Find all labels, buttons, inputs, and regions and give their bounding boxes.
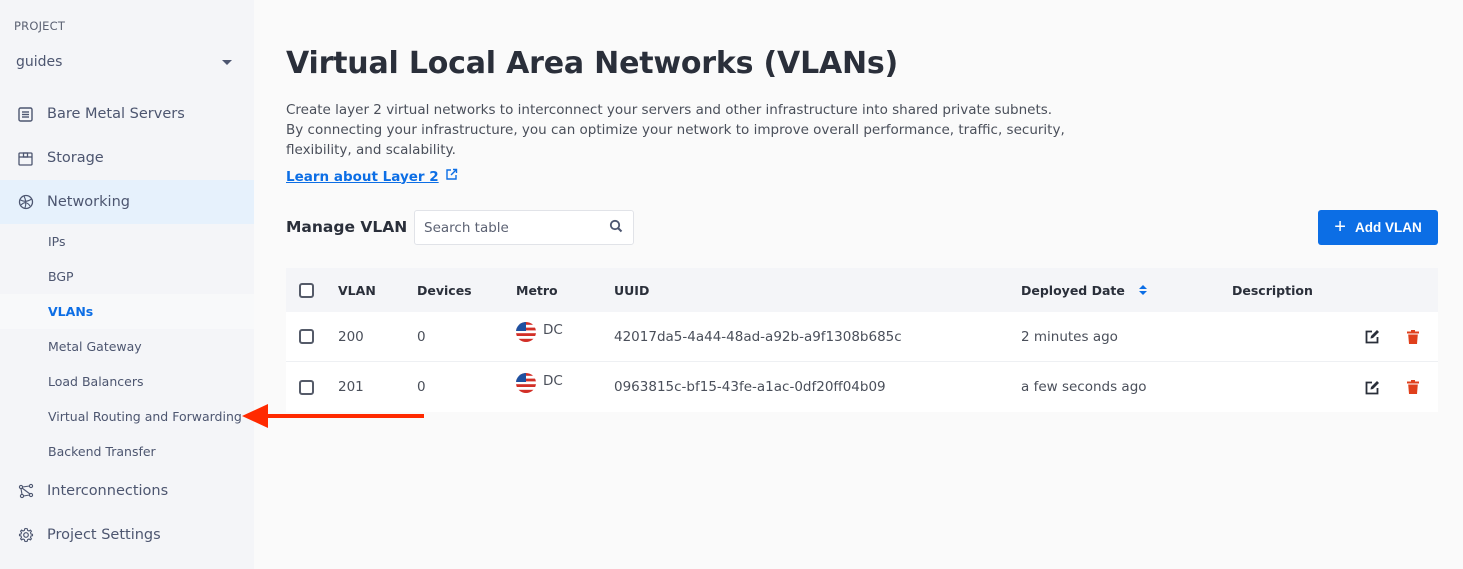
- main-content: Virtual Local Area Networks (VLANs) Crea…: [254, 0, 1463, 569]
- deployed-date: a few seconds ago: [1021, 379, 1147, 395]
- learn-about-layer2-link[interactable]: Learn about Layer 2: [286, 168, 458, 185]
- trash-icon[interactable]: [1407, 380, 1419, 394]
- sidebar-item-project-settings[interactable]: Project Settings: [0, 513, 254, 557]
- us-flag-icon: [516, 322, 536, 346]
- sidebar: PROJECT guides Bare Metal Servers Storag…: [0, 0, 254, 569]
- project-label: PROJECT: [14, 19, 66, 33]
- sidebar-item-bare-metal-servers[interactable]: Bare Metal Servers: [0, 92, 254, 136]
- edit-icon[interactable]: [1365, 380, 1380, 395]
- search-icon[interactable]: [609, 218, 623, 237]
- sidebar-subitem-load-balancers[interactable]: Load Balancers: [0, 364, 254, 399]
- row-checkbox[interactable]: [299, 329, 314, 344]
- sidebar-subitem-virtual-routing-and-forwarding[interactable]: Virtual Routing and Forwarding: [0, 399, 254, 434]
- sort-icon[interactable]: [1138, 285, 1147, 295]
- device-count: 0: [417, 328, 426, 345]
- vlan-table: VLAN Devices Metro UUID Deployed Date De…: [286, 268, 1438, 412]
- sidebar-item-label: Networking: [47, 194, 130, 210]
- chevron-down-icon: [222, 59, 232, 65]
- sidebar-item-label: Storage: [47, 150, 104, 166]
- column-header-vlan[interactable]: VLAN: [338, 268, 376, 312]
- learn-link-label: Learn about Layer 2: [286, 168, 439, 185]
- trash-icon[interactable]: [1407, 329, 1419, 344]
- network-globe-icon: [17, 194, 34, 211]
- device-count: 0: [417, 379, 426, 395]
- sidebar-subitem-bgp[interactable]: BGP: [0, 259, 254, 294]
- select-all-checkbox[interactable]: [299, 282, 314, 298]
- column-header-devices[interactable]: Devices: [417, 268, 472, 312]
- plus-icon: +: [1334, 215, 1346, 238]
- table-header: VLAN Devices Metro UUID Deployed Date De…: [286, 268, 1438, 312]
- project-selector[interactable]: guides: [16, 52, 238, 72]
- column-header-uuid[interactable]: UUID: [614, 268, 649, 312]
- column-header-description: Description: [1232, 282, 1313, 298]
- vlan-id: 200: [338, 328, 364, 345]
- gear-icon: [17, 527, 34, 544]
- sidebar-item-storage[interactable]: Storage: [0, 136, 254, 180]
- deployed-date: 2 minutes ago: [1021, 328, 1118, 345]
- search-input[interactable]: [424, 219, 594, 236]
- column-header-deployed-date[interactable]: Deployed Date: [1021, 268, 1147, 312]
- deployed-date-label: Deployed Date: [1021, 282, 1125, 298]
- project-name: guides: [16, 54, 63, 70]
- sidebar-subitem-vlans[interactable]: VLANs: [0, 294, 254, 329]
- sidebar-item-label: Bare Metal Servers: [47, 106, 185, 122]
- edit-icon[interactable]: [1365, 329, 1380, 344]
- sidebar-item-interconnections[interactable]: Interconnections: [0, 469, 254, 513]
- metro-code: DC: [543, 372, 563, 389]
- row-checkbox[interactable]: [299, 379, 314, 395]
- storage-box-icon: [17, 150, 34, 167]
- us-flag-icon: [516, 372, 536, 397]
- table-row: 200 0 DC 42017da5-4a44-48ad-a92b-a9f1308…: [286, 312, 1438, 362]
- add-vlan-label: Add VLAN: [1354, 220, 1422, 235]
- column-header-metro[interactable]: Metro: [516, 268, 558, 312]
- page-description: Create layer 2 virtual networks to inter…: [286, 102, 1065, 158]
- manage-vlan-heading: Manage VLAN: [286, 218, 408, 236]
- sidebar-item-label: Project Settings: [47, 527, 161, 543]
- vlan-id: 201: [338, 379, 364, 395]
- search-box: [414, 210, 634, 245]
- sidebar-item-networking[interactable]: Networking: [0, 180, 254, 224]
- metro-code: DC: [543, 322, 563, 338]
- table-row: 201 0 DC 0963815c-bf15-43fe-a1ac-0df20ff…: [286, 362, 1438, 412]
- uuid: 42017da5-4a44-48ad-a92b-a9f1308b685c: [614, 328, 902, 345]
- sidebar-item-label: Interconnections: [47, 483, 169, 499]
- external-link-icon: [445, 168, 458, 185]
- server-icon: [17, 106, 34, 123]
- interconnection-icon: [17, 483, 34, 500]
- page-title: Virtual Local Area Networks (VLANs): [286, 46, 899, 81]
- sidebar-subitem-metal-gateway[interactable]: Metal Gateway: [0, 329, 254, 364]
- sidebar-subitem-ips[interactable]: IPs: [0, 224, 254, 259]
- add-vlan-button[interactable]: + Add VLAN: [1318, 210, 1438, 245]
- uuid: 0963815c-bf15-43fe-a1ac-0df20ff04b09: [614, 379, 886, 395]
- sidebar-subitem-backend-transfer[interactable]: Backend Transfer: [0, 434, 254, 469]
